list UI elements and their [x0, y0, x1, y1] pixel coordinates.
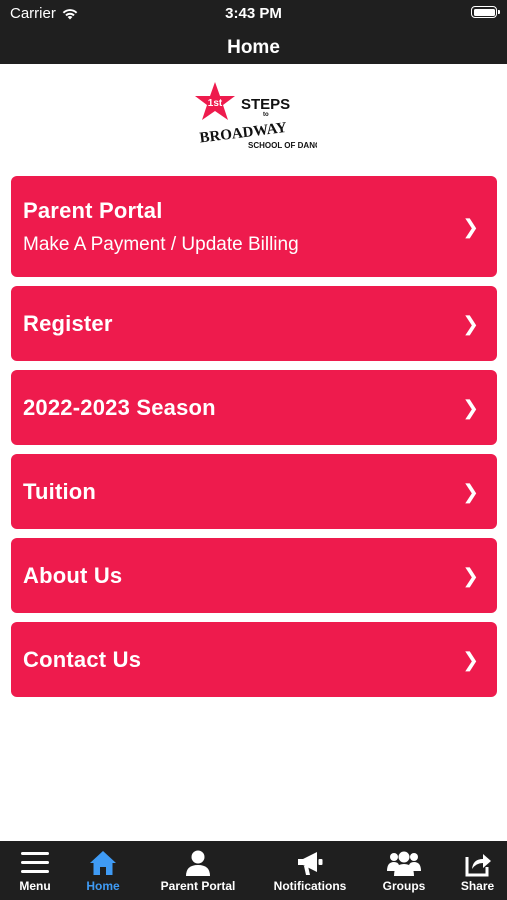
group-icon — [387, 851, 421, 876]
logo-graphic: 1st STEPS to BROADWAY SCHOOL OF DANCE — [195, 82, 327, 150]
button-label: 2022-2023 Season — [23, 394, 216, 420]
button-label: Register — [23, 310, 113, 336]
chevron-right-icon: ❯ — [462, 313, 479, 335]
page-title: Home — [227, 37, 280, 58]
user-icon — [186, 850, 210, 876]
parent-portal-button[interactable]: Parent Portal Make A Payment / Update Bi… — [11, 176, 497, 277]
hamburger-icon — [21, 852, 49, 873]
svg-text:to: to — [263, 112, 269, 118]
tab-notifications[interactable]: Notifications — [260, 841, 360, 900]
megaphone-icon — [298, 852, 323, 875]
season-button[interactable]: 2022-2023 Season ❯ — [11, 370, 497, 445]
home-icon — [90, 851, 116, 875]
about-us-button[interactable]: About Us ❯ — [11, 538, 497, 613]
tab-label: Groups — [382, 879, 426, 893]
button-label: About Us — [23, 562, 123, 588]
contact-us-button[interactable]: Contact Us ❯ — [11, 622, 497, 697]
chevron-right-icon: ❯ — [462, 481, 479, 503]
tab-label: Parent Portal — [160, 879, 236, 893]
tab-parent-portal[interactable]: Parent Portal — [136, 841, 260, 900]
share-icon — [465, 854, 491, 877]
register-button[interactable]: Register ❯ — [11, 286, 497, 361]
tuition-button[interactable]: Tuition ❯ — [11, 454, 497, 529]
top-bar: Carrier 3:43 PM Home — [0, 0, 507, 64]
svg-text:SCHOOL OF DANCE: SCHOOL OF DANCE — [248, 141, 317, 150]
tab-label: Share — [460, 879, 495, 893]
tab-label: Menu — [19, 879, 51, 893]
button-label: Tuition — [23, 478, 97, 504]
tab-share[interactable]: Share — [448, 841, 507, 900]
clock: 3:43 PM — [225, 5, 282, 22]
status-bar: Carrier 3:43 PM — [0, 0, 507, 28]
tab-label: Home — [86, 879, 120, 893]
chevron-right-icon: ❯ — [462, 565, 479, 587]
svg-text:STEPS: STEPS — [241, 96, 290, 113]
svg-text:1st: 1st — [208, 98, 223, 109]
tab-menu[interactable]: Menu — [0, 841, 70, 900]
school-logo: 1st STEPS to BROADWAY SCHOOL OF DANCE — [193, 80, 327, 154]
tab-label: Notifications — [273, 879, 347, 893]
tab-bar: Menu Home Parent Portal Notifications Gr… — [0, 841, 507, 900]
chevron-right-icon: ❯ — [462, 216, 479, 238]
button-subtitle: Make A Payment / Update Billing — [23, 233, 299, 255]
button-label: Contact Us — [23, 646, 142, 672]
chevron-right-icon: ❯ — [462, 397, 479, 419]
chevron-right-icon: ❯ — [462, 649, 479, 671]
tab-groups[interactable]: Groups — [360, 841, 448, 900]
home-menu: Parent Portal Make A Payment / Update Bi… — [11, 176, 497, 706]
tab-home[interactable]: Home — [70, 841, 136, 900]
battery-icon — [471, 6, 500, 18]
button-label: Parent Portal — [23, 197, 163, 223]
